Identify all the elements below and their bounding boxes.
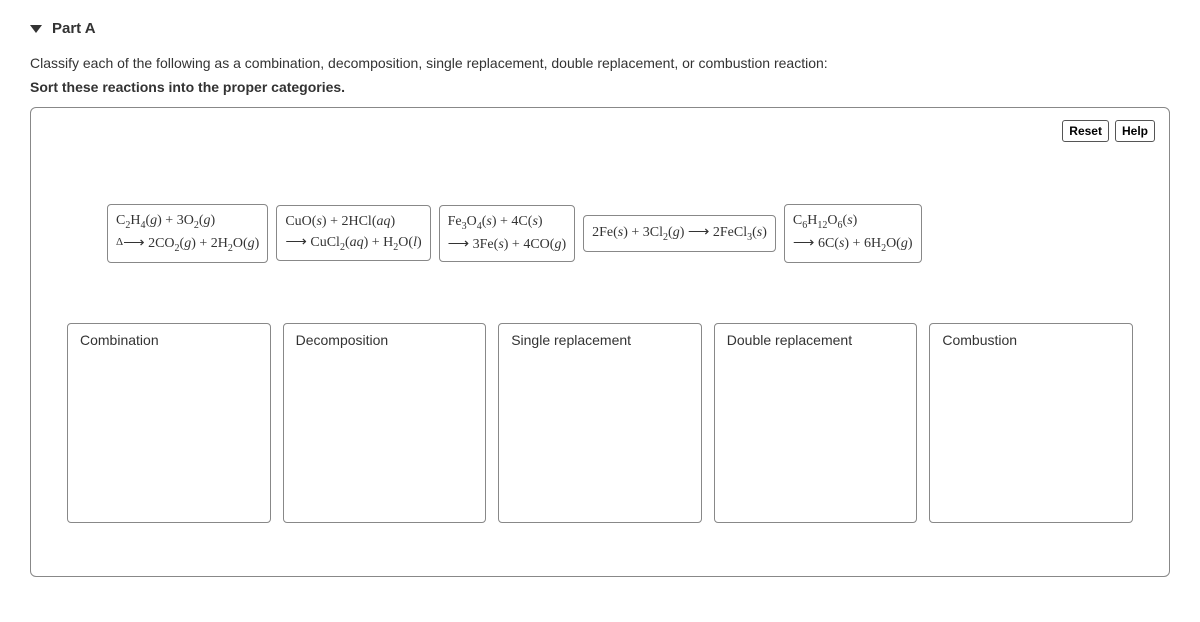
bin-single-replacement[interactable]: Single replacement (498, 323, 702, 523)
draggable-items-row: C2H4(g) + 3O2(g)Δ⟶ 2CO2(g) + 2H2O(g)CuO(… (107, 204, 1113, 263)
bin-decomposition[interactable]: Decomposition (283, 323, 487, 523)
bin-label: Combination (80, 332, 258, 348)
collapse-triangle-icon (30, 25, 42, 33)
reset-button[interactable]: Reset (1062, 120, 1109, 142)
rxn-fe-cl2[interactable]: 2Fe(s) + 3Cl2(g) ⟶ 2FeCl3(s) (583, 215, 776, 252)
sorting-panel: Reset Help C2H4(g) + 3O2(g)Δ⟶ 2CO2(g) + … (30, 107, 1170, 577)
part-header[interactable]: Part A (30, 20, 1170, 37)
rxn-ethylene-combustion[interactable]: C2H4(g) + 3O2(g)Δ⟶ 2CO2(g) + 2H2O(g) (107, 204, 268, 263)
bin-label: Single replacement (511, 332, 689, 348)
bin-label: Double replacement (727, 332, 905, 348)
instruction-bold-text: Sort these reactions into the proper cat… (30, 79, 1170, 95)
bin-label: Combustion (942, 332, 1120, 348)
rxn-glucose-decomp[interactable]: C6H12O6(s)⟶ 6C(s) + 6H2O(g) (784, 204, 922, 263)
help-button[interactable]: Help (1115, 120, 1155, 142)
bin-label: Decomposition (296, 332, 474, 348)
part-title: Part A (52, 20, 96, 37)
bin-double-replacement[interactable]: Double replacement (714, 323, 918, 523)
drop-bins-row: Combination Decomposition Single replaceme… (67, 323, 1133, 523)
instruction-text: Classify each of the following as a comb… (30, 55, 1170, 71)
rxn-cuo-hcl[interactable]: CuO(s) + 2HCl(aq)⟶ CuCl2(aq) + H2O(l) (276, 205, 430, 261)
bin-combustion[interactable]: Combustion (929, 323, 1133, 523)
rxn-fe3o4-c[interactable]: Fe3O4(s) + 4C(s)⟶ 3Fe(s) + 4CO(g) (439, 205, 575, 262)
bin-combination[interactable]: Combination (67, 323, 271, 523)
